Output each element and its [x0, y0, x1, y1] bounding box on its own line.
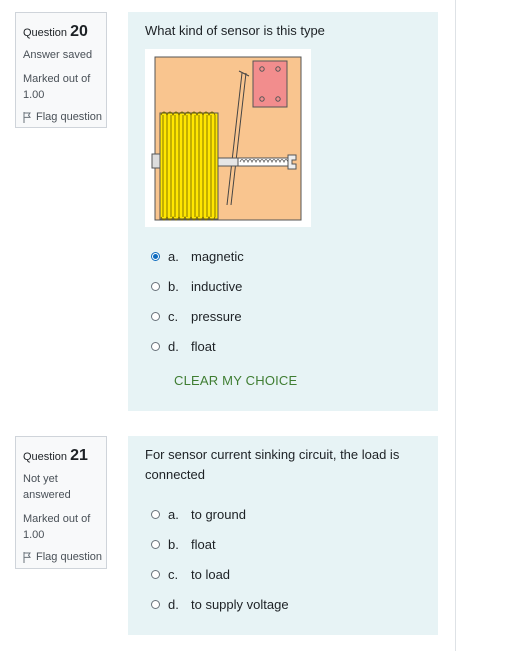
radio-button[interactable] [151, 539, 160, 549]
question-text: For sensor current sinking circuit, the … [145, 447, 400, 482]
option-label: pressure [191, 308, 242, 324]
answer-option-a[interactable]: a. to ground [151, 506, 246, 522]
question-grade: Marked out of 1.00 [23, 513, 91, 541]
answer-option-c[interactable]: c. pressure [151, 308, 242, 324]
answer-option-b[interactable]: b. float [151, 536, 216, 552]
answer-option-d[interactable]: d. float [151, 338, 216, 354]
option-letter: b. [168, 536, 179, 552]
question-number: Question 21 [23, 447, 88, 464]
question-number: Question 20 [23, 23, 88, 40]
option-letter: a. [168, 506, 179, 522]
flag-question-link[interactable]: Flag question [23, 111, 106, 123]
question-state: Not yet answered [23, 473, 71, 501]
radio-button[interactable] [151, 569, 160, 579]
radio-button-selected[interactable] [151, 251, 160, 261]
answer-option-a[interactable]: a. magnetic [151, 248, 244, 264]
option-label: to supply voltage [191, 596, 289, 612]
option-letter: d. [168, 338, 179, 354]
option-label: float [191, 338, 216, 354]
option-label: to ground [191, 506, 246, 522]
question-text: What kind of sensor is this type [145, 23, 325, 38]
radio-button[interactable] [151, 311, 160, 321]
flag-icon [23, 111, 31, 123]
flag-question-link[interactable]: Flag question [23, 551, 106, 563]
answer-option-c[interactable]: c. to load [151, 566, 230, 582]
flag-icon [23, 551, 31, 563]
sensor-diagram-image [145, 49, 311, 227]
question-info-20: Question 20 Answer saved Marked out of 1… [15, 12, 107, 128]
question-info-21: Question 21 Not yet answered Marked out … [15, 436, 107, 569]
radio-button[interactable] [151, 599, 160, 609]
radio-button[interactable] [151, 341, 160, 351]
answer-option-b[interactable]: b. inductive [151, 278, 242, 294]
page-divider [455, 0, 456, 651]
radio-button[interactable] [151, 509, 160, 519]
clear-my-choice-link[interactable]: CLEAR MY CHOICE [174, 373, 297, 388]
option-letter: a. [168, 248, 179, 264]
question-grade: Marked out of 1.00 [23, 73, 91, 101]
question-state: Answer saved [23, 49, 93, 61]
question-content-21: For sensor current sinking circuit, the … [128, 436, 438, 635]
option-label: magnetic [191, 248, 244, 264]
option-label: inductive [191, 278, 243, 294]
answer-option-d[interactable]: d. to supply voltage [151, 596, 289, 612]
option-letter: b. [168, 278, 179, 294]
option-label: float [191, 536, 216, 552]
option-letter: c. [168, 308, 179, 324]
question-content-20: What kind of sensor is this type a. magn… [128, 12, 438, 411]
radio-button[interactable] [151, 281, 160, 291]
option-letter: d. [168, 596, 179, 612]
option-label: to load [191, 566, 231, 582]
option-letter: c. [168, 566, 179, 582]
